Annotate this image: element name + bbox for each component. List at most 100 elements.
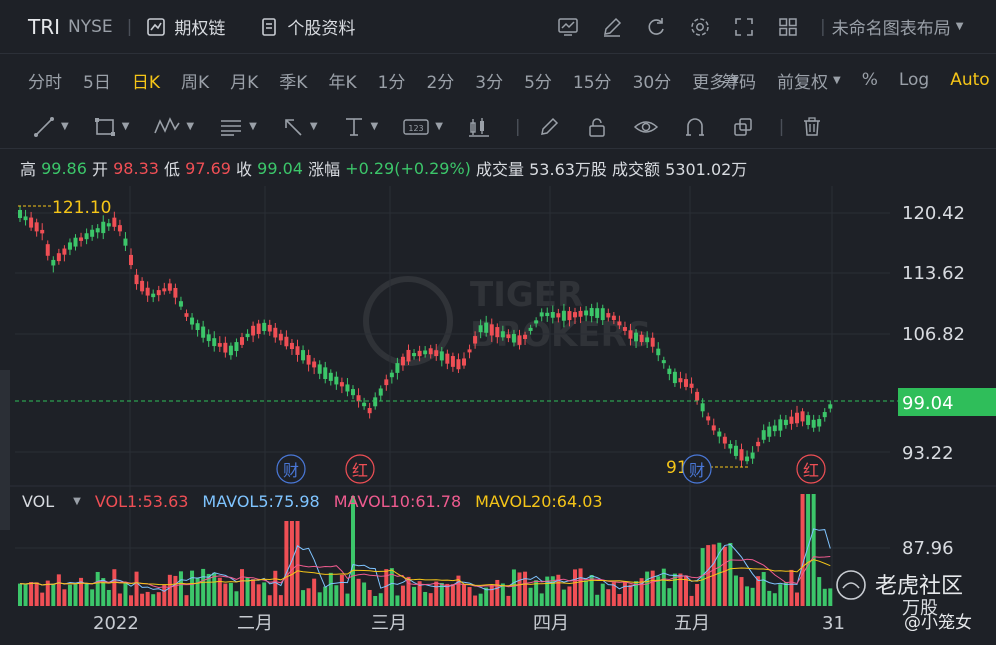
fibonacci-tool[interactable]: ▼ [218, 115, 257, 139]
profile-doc-icon [262, 17, 277, 36]
period-tab[interactable]: 2分 [426, 68, 454, 93]
volume-bar [67, 584, 72, 606]
volume-bar [800, 494, 805, 606]
candle [634, 332, 639, 342]
candlestick-chart[interactable]: TIGER BROKERS 99.04 120.42 113.62 106.82… [0, 186, 996, 645]
period-tab-active[interactable]: 日K [132, 68, 160, 93]
draw-pen-tool[interactable] [537, 115, 561, 139]
volume-indicator-dropdown[interactable]: VOL ▼ [22, 492, 81, 511]
settings-gear-icon[interactable] [688, 15, 712, 39]
candle [617, 321, 622, 326]
option-chain-button[interactable]: 期权链 [146, 14, 225, 39]
ticker-symbol: TRI [28, 14, 61, 39]
volume-bar [622, 581, 627, 606]
lock-drawings-button[interactable] [585, 115, 609, 139]
pattern-tool[interactable]: ▼ [153, 115, 194, 139]
period-tab[interactable]: 周K [181, 68, 209, 93]
trash-icon [804, 116, 821, 136]
magnet-button[interactable] [683, 115, 707, 139]
volume-bar [484, 587, 489, 606]
copy-button[interactable] [731, 115, 755, 139]
chip-distribution-button[interactable]: 筹码 [722, 68, 756, 93]
magnet-icon [685, 117, 704, 136]
volume-bar [517, 572, 522, 606]
candle [262, 322, 267, 331]
fibonacci-icon [221, 119, 242, 136]
period-tab[interactable]: 3分 [475, 68, 503, 93]
volume-bar [167, 574, 172, 606]
earnings-marker[interactable]: 财 [682, 454, 712, 484]
candle [745, 456, 750, 462]
volume-bar [450, 584, 455, 606]
volume-tick: 87.96 [902, 538, 954, 559]
toggle-visibility-button[interactable] [633, 115, 659, 139]
period-tab[interactable]: 年K [328, 68, 356, 93]
edit-icon[interactable] [600, 15, 624, 39]
volume-bar [600, 583, 605, 606]
rectangle-tool[interactable]: ▼ [93, 115, 129, 139]
candle [412, 353, 417, 357]
turnover-label: 成交额 [612, 160, 661, 179]
grid-layout-icon[interactable] [776, 15, 800, 39]
volume-bar [156, 592, 161, 606]
high-label: 高 [20, 160, 37, 179]
volume-bar [184, 595, 189, 606]
candle [90, 229, 95, 237]
volume-bar [112, 569, 117, 606]
candle [351, 389, 355, 396]
candle [656, 348, 661, 356]
candle [761, 430, 766, 440]
candle [556, 313, 561, 318]
price-range-tool[interactable]: ▼ [342, 115, 379, 139]
sidebar-toggle-handle[interactable] [0, 370, 10, 530]
volume-bar [578, 568, 583, 606]
log-toggle[interactable]: Log [899, 70, 929, 90]
candle [417, 350, 422, 357]
period-tab[interactable]: 月K [230, 68, 258, 93]
volume-bar [495, 579, 500, 606]
candle [434, 350, 439, 357]
period-tab[interactable]: 30分 [633, 68, 672, 93]
layout-name-dropdown[interactable]: 未命名图表布局 ▼ [832, 14, 964, 39]
volume-bar [539, 593, 544, 606]
percent-toggle[interactable]: % [862, 70, 878, 90]
candle [811, 419, 816, 428]
period-tab[interactable]: 分时 [28, 68, 62, 93]
refresh-icon[interactable] [644, 15, 668, 39]
volume-bar [267, 595, 272, 606]
chevron-down-icon: ▼ [370, 121, 379, 132]
volume-bar [412, 586, 417, 606]
low-value: 97.69 [185, 158, 231, 178]
period-tab[interactable]: 季K [279, 68, 307, 93]
dividend-marker[interactable]: 红 [345, 454, 375, 484]
candle [334, 376, 339, 385]
candle [645, 337, 650, 343]
high-value: 99.86 [41, 158, 87, 178]
volume-bar [689, 595, 694, 606]
mavol20-value: MAVOL20:64.03 [475, 492, 603, 511]
dividend-marker[interactable]: 红 [796, 454, 826, 484]
period-tab[interactable]: 5分 [524, 68, 552, 93]
fullscreen-icon[interactable] [732, 15, 756, 39]
adjust-label: 前复权 [777, 72, 828, 93]
candle [395, 363, 400, 373]
stock-profile-button[interactable]: 个股资料 [259, 14, 355, 39]
label-tool[interactable]: 123 ▼ [402, 115, 443, 139]
candle [728, 443, 733, 449]
delete-drawings-button[interactable] [800, 115, 824, 139]
earnings-marker[interactable]: 财 [276, 454, 306, 484]
period-tab[interactable]: 15分 [573, 68, 612, 93]
period-tab[interactable]: 1分 [378, 68, 406, 93]
volume-bar [240, 569, 244, 606]
indicator-tool[interactable] [467, 115, 491, 139]
adjust-dropdown[interactable]: 前复权 ▼ [777, 68, 841, 93]
trend-line-tool[interactable]: ▼ [32, 115, 69, 139]
candle [406, 349, 411, 362]
chart-screen-icon[interactable] [556, 15, 580, 39]
candle [733, 445, 738, 456]
auto-toggle[interactable]: Auto [950, 70, 989, 90]
arrow-tool[interactable]: ▼ [281, 115, 318, 139]
period-tab[interactable]: 5日 [83, 68, 111, 93]
candle [678, 378, 683, 383]
volume-legend: VOL ▼ VOL1:53.63 MAVOL5:75.98 MAVOL10:61.… [22, 492, 617, 511]
